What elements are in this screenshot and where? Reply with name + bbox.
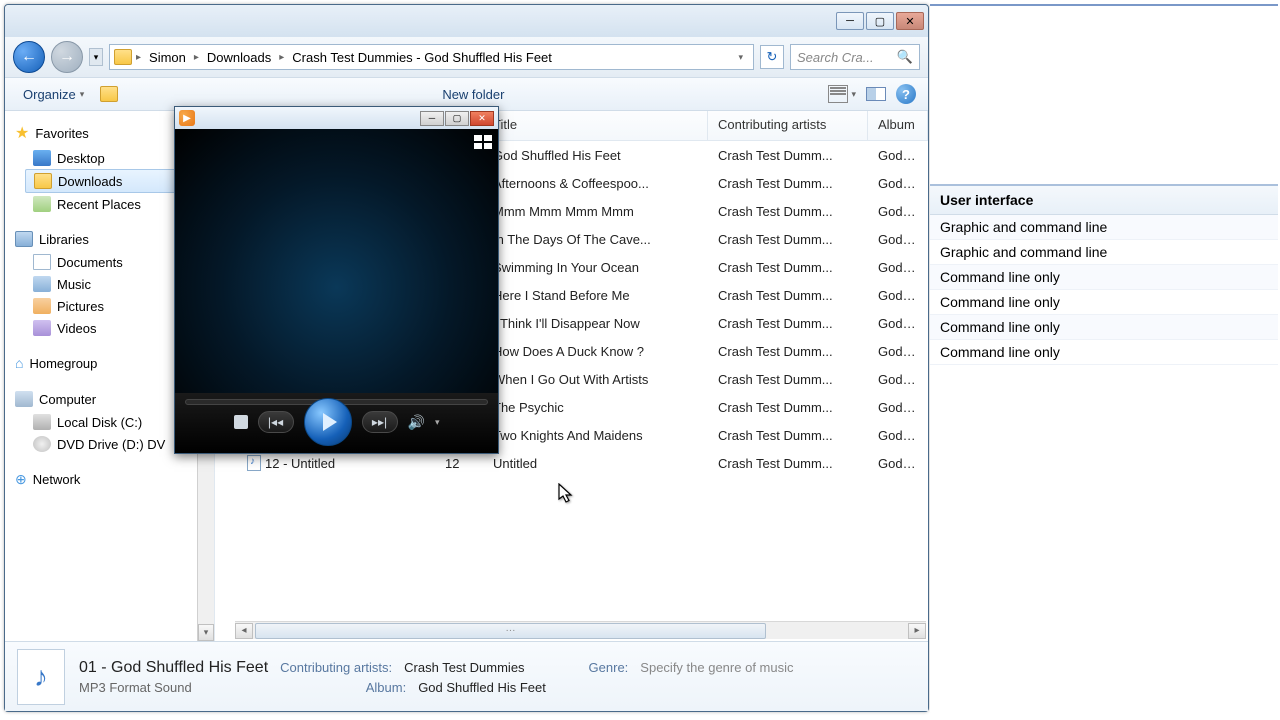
play-button[interactable]	[304, 398, 352, 446]
file-type-icon: ♪	[17, 649, 65, 705]
previous-button[interactable]: |◂◂	[258, 411, 294, 433]
maximize-button[interactable]: ▢	[866, 12, 894, 30]
wmp-maximize-button[interactable]: ▢	[445, 111, 469, 126]
open-icon[interactable]	[100, 86, 118, 102]
new-folder-button[interactable]: New folder	[436, 84, 510, 105]
breadcrumb[interactable]: Crash Test Dummies - God Shuffled His Fe…	[288, 48, 556, 67]
volume-icon[interactable]: 🔊	[408, 414, 425, 431]
sidebar-item-downloads[interactable]: Downloads	[25, 169, 198, 193]
back-button[interactable]: ←	[13, 41, 45, 73]
volume-dropdown[interactable]: ▾	[435, 417, 440, 428]
preview-pane-button[interactable]	[866, 87, 886, 101]
refresh-button[interactable]: ↻	[760, 45, 784, 69]
right-panel-header: User interface	[930, 184, 1278, 215]
close-button[interactable]: ✕	[896, 12, 924, 30]
search-placeholder: Search Cra...	[797, 50, 874, 65]
search-input[interactable]: Search Cra... 🔍	[790, 44, 920, 70]
breadcrumb[interactable]: Downloads	[203, 48, 275, 67]
network-section[interactable]: ⊕Network	[5, 467, 214, 492]
mp3-icon	[247, 455, 261, 471]
col-artists[interactable]: Contributing artists	[708, 111, 868, 140]
right-panel-row: Command line only	[930, 315, 1278, 340]
col-album[interactable]: Album	[868, 111, 928, 140]
view-button[interactable]: ▾	[828, 85, 856, 103]
playback-controls: |◂◂ ▸▸| 🔊 ▾	[175, 393, 498, 453]
right-panel-row: Graphic and command line	[930, 215, 1278, 240]
address-bar[interactable]: ▸ Simon ▸ Downloads ▸ Crash Test Dummies…	[109, 44, 754, 70]
col-title[interactable]: Title	[483, 111, 708, 140]
help-button[interactable]: ?	[896, 84, 916, 104]
navbar: ← → ▾ ▸ Simon ▸ Downloads ▸ Crash Test D…	[5, 37, 928, 77]
titlebar: ─ ▢ ✕	[5, 5, 928, 37]
wmp-minimize-button[interactable]: ─	[420, 111, 444, 126]
right-panel-row: Command line only	[930, 265, 1278, 290]
media-player-window: ▶ ─ ▢ ✕ |◂◂ ▸▸| 🔊 ▾	[174, 106, 499, 454]
folder-icon	[114, 49, 132, 65]
wmp-close-button[interactable]: ✕	[470, 111, 494, 126]
organize-button[interactable]: Organize▾	[17, 84, 90, 105]
right-panel-row: Command line only	[930, 340, 1278, 365]
right-panel-row: Graphic and command line	[930, 240, 1278, 265]
right-panel-row: Command line only	[930, 290, 1278, 315]
minimize-button[interactable]: ─	[836, 12, 864, 30]
details-file-title: 01 - God Shuffled His Feet	[79, 659, 268, 677]
stop-button[interactable]	[234, 415, 248, 429]
right-panel: User interface Graphic and command lineG…	[930, 4, 1278, 712]
next-button[interactable]: ▸▸|	[362, 411, 398, 433]
wmp-titlebar[interactable]: ▶ ─ ▢ ✕	[175, 107, 498, 129]
wmp-logo-icon: ▶	[179, 110, 195, 126]
forward-button[interactable]: →	[51, 41, 83, 73]
search-icon: 🔍	[897, 49, 913, 65]
breadcrumb[interactable]: Simon	[145, 48, 190, 67]
switch-to-library-icon[interactable]	[474, 135, 492, 149]
horizontal-scrollbar[interactable]: ◂ ··· ▸	[235, 621, 926, 639]
visualization-area	[175, 129, 498, 393]
nav-history-dropdown[interactable]: ▾	[89, 48, 103, 66]
details-pane: ♪ 01 - God Shuffled His Feet Contributin…	[5, 641, 928, 711]
